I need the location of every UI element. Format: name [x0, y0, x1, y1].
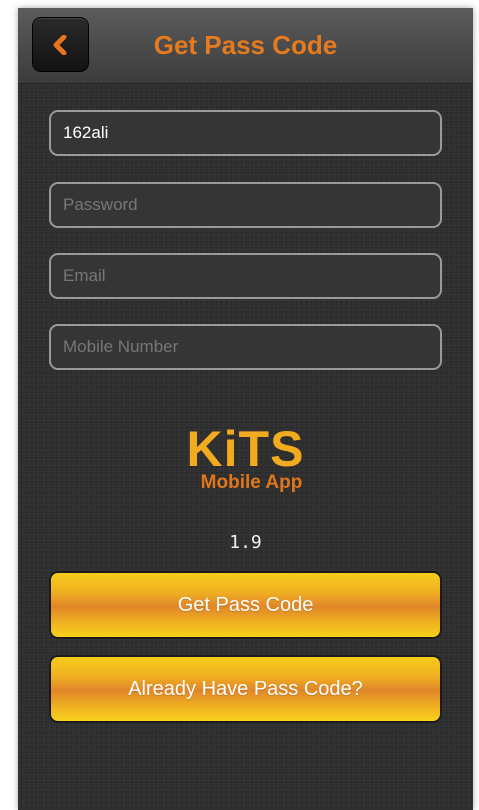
already-have-pass-code-button[interactable]: Already Have Pass Code?: [49, 655, 442, 723]
mobile-number-field[interactable]: [49, 324, 442, 370]
logo-sub-text: Mobile App: [200, 472, 303, 493]
logo-main-text: KiTS: [186, 421, 305, 477]
kits-logo: KiTS Mobile App: [18, 421, 473, 494]
top-bar: Get Pass Code: [18, 8, 473, 84]
username-field[interactable]: [49, 110, 442, 156]
password-field[interactable]: [49, 182, 442, 228]
back-button[interactable]: [32, 17, 89, 72]
version-label: 1.9: [229, 532, 262, 553]
chevron-left-icon: [53, 35, 67, 55]
app-screen: Get Pass Code KiTS Mobile App 1.9 Get Pa…: [18, 8, 473, 810]
email-field[interactable]: [49, 253, 442, 299]
get-pass-code-button[interactable]: Get Pass Code: [49, 571, 442, 639]
